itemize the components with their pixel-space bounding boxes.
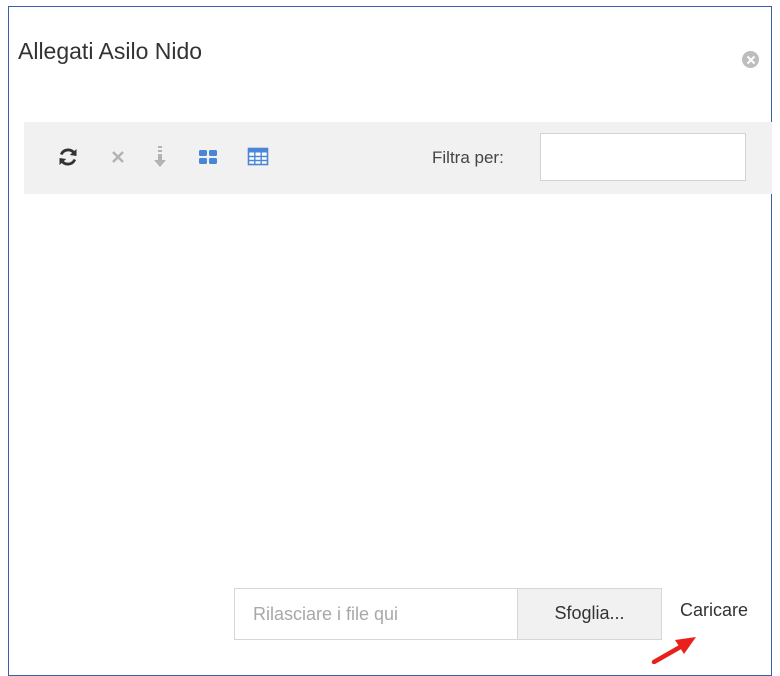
filter-input[interactable] xyxy=(540,133,746,181)
red-arrow-annotation xyxy=(651,637,696,664)
browse-button[interactable]: Sfoglia... xyxy=(517,588,662,640)
upload-button[interactable]: Caricare xyxy=(680,600,748,621)
attachments-dialog xyxy=(8,6,772,676)
close-icon[interactable] xyxy=(742,51,759,68)
file-drop-zone[interactable]: Rilasciare i file qui xyxy=(234,588,518,640)
filter-label: Filtra per: xyxy=(432,148,504,167)
download-icon[interactable] xyxy=(148,145,172,169)
refresh-icon[interactable] xyxy=(56,145,80,169)
delete-icon[interactable] xyxy=(106,145,130,169)
grid-view-icon[interactable] xyxy=(246,145,270,169)
dialog-title: Allegati Asilo Nido xyxy=(18,38,203,64)
thumbnail-view-icon[interactable] xyxy=(196,145,220,169)
